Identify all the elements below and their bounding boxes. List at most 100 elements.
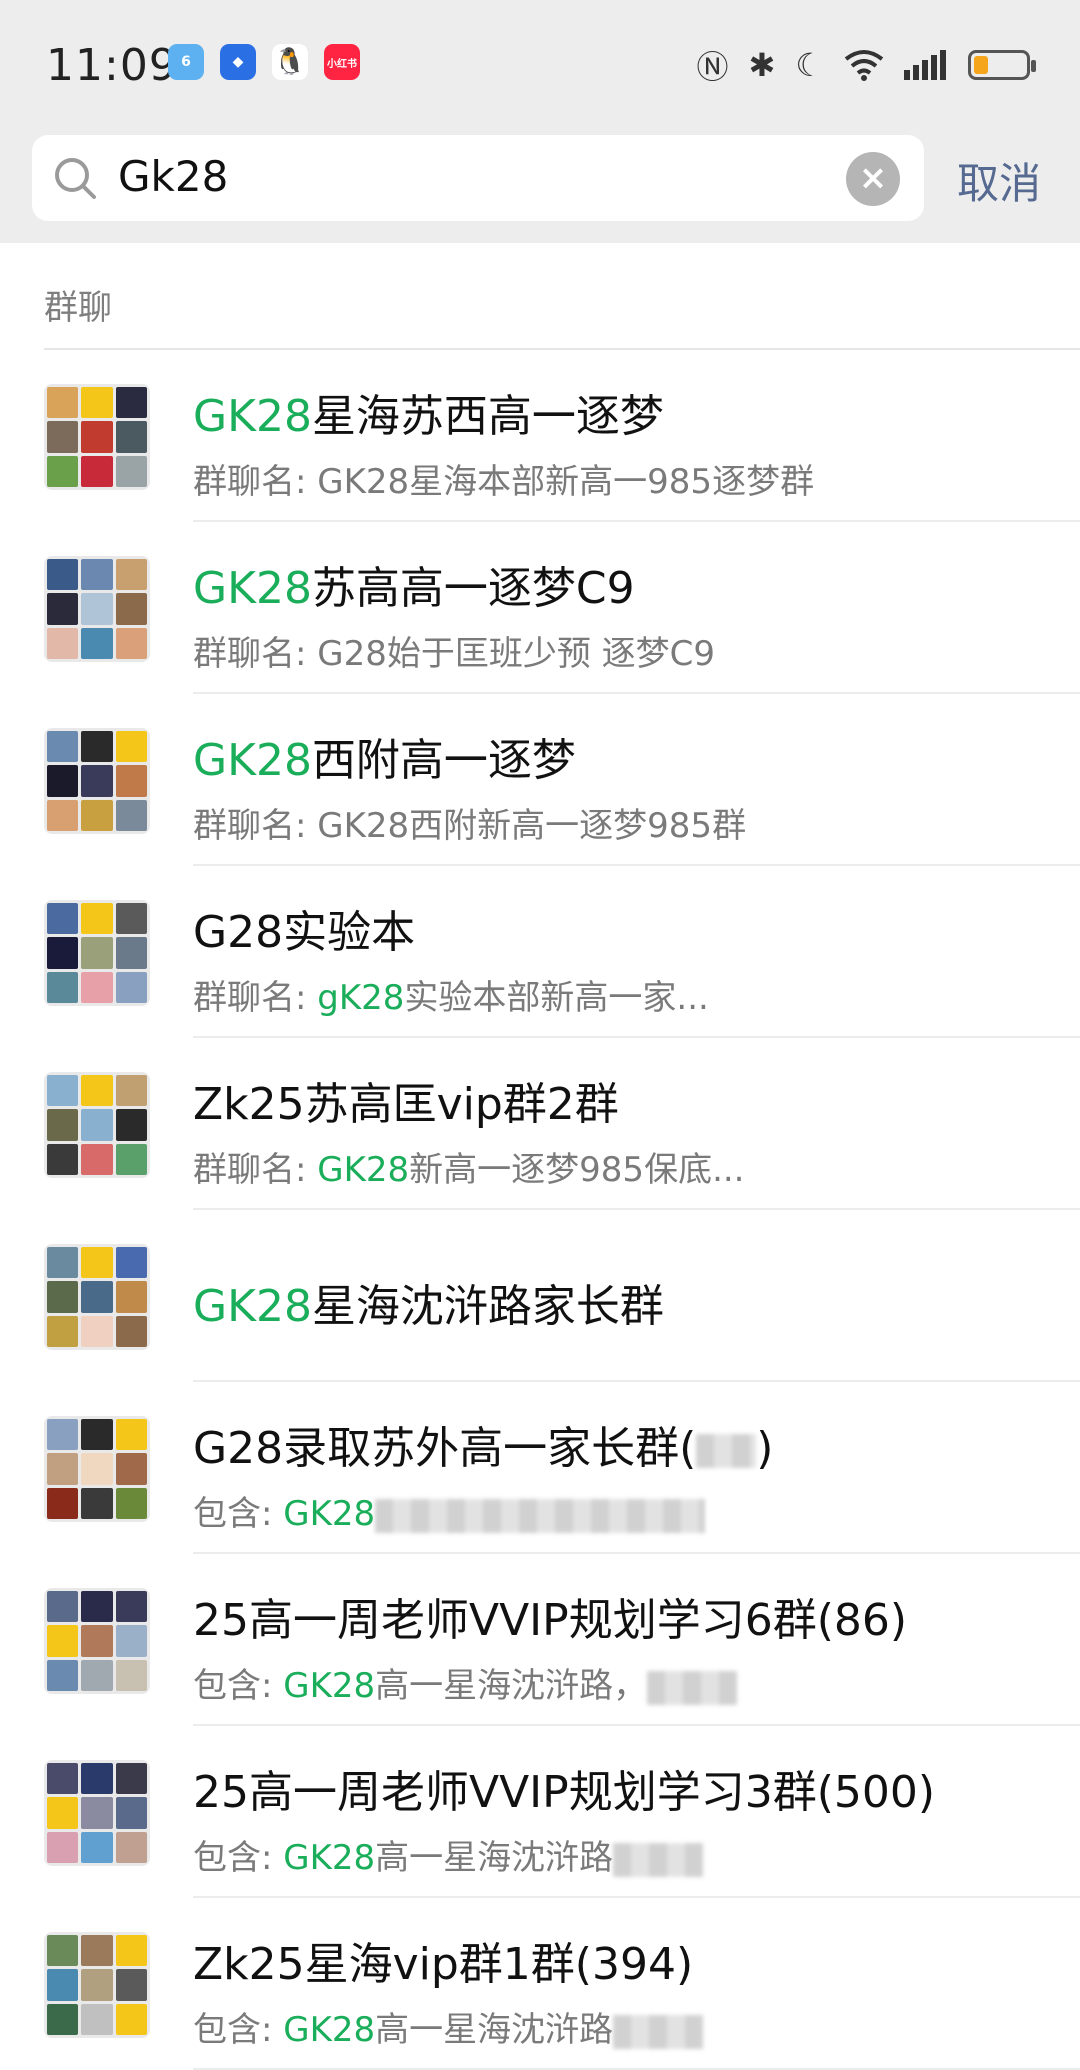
- member-avatar-tile: [115, 1143, 147, 1175]
- results-list: GK28星海苏西高一逐梦 群聊名: GK28星海本部新高一985逐梦群 GK28苏高…: [0, 350, 1080, 2070]
- search-input[interactable]: Gk28: [118, 152, 228, 201]
- notification-icons: 6 ◆ 🐧 小红书: [168, 44, 360, 80]
- member-avatar-tile: [115, 765, 147, 797]
- title-text: 星海苏西高一逐梦: [311, 391, 664, 442]
- result-row[interactable]: 25高一周老师VVIP规划学习3群(500) 包含: GK28高一星海沈浒路: [0, 1726, 1080, 1898]
- member-avatar-tile: [115, 593, 147, 625]
- result-row[interactable]: GK28苏高高一逐梦C9 群聊名: G28始于匡班少预 逐梦C9: [0, 522, 1080, 694]
- result-row[interactable]: GK28星海苏西高一逐梦 群聊名: GK28星海本部新高一985逐梦群: [0, 350, 1080, 522]
- member-avatar-tile: [81, 1625, 113, 1657]
- cancel-button[interactable]: 取消: [957, 150, 1041, 211]
- member-avatar-tile: [47, 1315, 79, 1347]
- result-row[interactable]: G28实验本 群聊名: gK28实验本部新高一家...: [0, 866, 1080, 1038]
- subtitle-text: 包含:: [193, 1838, 284, 1878]
- result-title: Zk25星海vip群1群(394): [193, 1928, 693, 1992]
- member-avatar-tile: [81, 971, 113, 1003]
- member-avatar-tile: [81, 559, 113, 591]
- result-title: 25高一周老师VVIP规划学习6群(86): [193, 1584, 907, 1648]
- member-avatar-tile: [81, 1281, 113, 1313]
- subtitle-highlight: GK28: [283, 1494, 376, 1534]
- member-avatar-tile: [81, 731, 113, 763]
- result-subtitle: 包含: GK28高一星海沈浒路: [193, 1830, 704, 1879]
- member-avatar-tile: [115, 559, 147, 591]
- member-avatar-tile: [81, 1143, 113, 1175]
- result-row[interactable]: 25高一周老师VVIP规划学习6群(86) 包含: GK28高一星海沈浒路，: [0, 1554, 1080, 1726]
- title-text: 苏高高一逐梦C9: [311, 563, 635, 614]
- member-avatar-tile: [47, 1247, 79, 1279]
- member-avatar-tile: [81, 1659, 113, 1691]
- member-avatar-tile: [81, 455, 113, 487]
- member-avatar-tile: [115, 799, 147, 831]
- member-avatar-tile: [115, 421, 147, 453]
- member-avatar-tile: [81, 387, 113, 419]
- member-avatar-tile: [47, 971, 79, 1003]
- subtitle-text: 群聊名: GK28西附新高一逐梦985群: [193, 806, 747, 846]
- redacted-text: [613, 2014, 704, 2049]
- qq-icon: 🐧: [272, 44, 308, 80]
- member-avatar-tile: [115, 1969, 147, 2001]
- member-avatar-tile: [115, 1591, 147, 1623]
- subtitle-text: 实验本部新高一家...: [404, 978, 709, 1018]
- member-avatar-tile: [47, 1143, 79, 1175]
- member-avatar-tile: [81, 2003, 113, 2035]
- member-avatar-tile: [115, 2003, 147, 2035]
- result-title: G28实验本: [193, 896, 415, 960]
- clear-search-icon[interactable]: ×: [846, 152, 900, 206]
- member-avatar-tile: [81, 1453, 113, 1485]
- member-avatar-tile: [47, 387, 79, 419]
- group-avatar: [44, 728, 150, 834]
- result-subtitle: 群聊名: G28始于匡班少预 逐梦C9: [193, 626, 715, 675]
- result-subtitle: 群聊名: GK28西附新高一逐梦985群: [193, 798, 746, 847]
- member-avatar-tile: [115, 903, 147, 935]
- result-row[interactable]: GK28西附高一逐梦 群聊名: GK28西附新高一逐梦985群: [0, 694, 1080, 866]
- search-bar[interactable]: Gk28 ×: [32, 135, 924, 221]
- title-text: G28实验本: [193, 907, 416, 958]
- result-row[interactable]: Zk25星海vip群1群(394) 包含: GK28高一星海沈浒路: [0, 1898, 1080, 2070]
- redacted-text: [613, 1842, 704, 1877]
- member-avatar-tile: [47, 1453, 79, 1485]
- redacted-text: [375, 1498, 706, 1533]
- member-avatar-tile: [47, 1075, 79, 1107]
- title-text: 25高一周老师VVIP规划学习6群(86): [193, 1595, 908, 1646]
- group-avatar: [44, 1072, 150, 1178]
- member-avatar-tile: [115, 1763, 147, 1795]
- subtitle-highlight: GK28: [283, 1838, 376, 1878]
- member-avatar-tile: [47, 2003, 79, 2035]
- title-highlight: GK28: [193, 1281, 312, 1332]
- member-avatar-tile: [115, 1075, 147, 1107]
- moon-icon: ☾: [795, 46, 824, 84]
- result-row[interactable]: Zk25苏高匡vip群2群 群聊名: GK28新高一逐梦985保底...: [0, 1038, 1080, 1210]
- member-avatar-tile: [47, 1831, 79, 1863]
- header: 11:09 6 ◆ 🐧 小红书 Ⓝ ✱ ☾ Gk28 × 取消: [0, 0, 1080, 243]
- xiaohongshu-icon: 小红书: [324, 44, 360, 80]
- subtitle-highlight: GK28: [317, 1150, 410, 1190]
- wifi-icon: [844, 50, 884, 81]
- subtitle-text: 新高一逐梦985保底...: [409, 1150, 745, 1190]
- member-avatar-tile: [115, 627, 147, 659]
- member-avatar-tile: [81, 799, 113, 831]
- result-row[interactable]: GK28星海沈浒路家长群: [0, 1210, 1080, 1382]
- status-bar: 11:09 6 ◆ 🐧 小红书 Ⓝ ✱ ☾: [0, 0, 1080, 126]
- member-avatar-tile: [115, 387, 147, 419]
- member-avatar-tile: [81, 1935, 113, 1967]
- member-avatar-tile: [115, 1625, 147, 1657]
- result-title: GK28苏高高一逐梦C9: [193, 552, 635, 616]
- result-subtitle: 包含: GK28高一星海沈浒路，: [193, 1658, 738, 1707]
- member-avatar-tile: [47, 421, 79, 453]
- group-avatar: [44, 1932, 150, 2038]
- result-row[interactable]: G28录取苏外高一家长群() 包含: GK28: [0, 1382, 1080, 1554]
- nfc-icon: Ⓝ: [696, 48, 729, 86]
- member-avatar-tile: [81, 1419, 113, 1451]
- member-avatar-tile: [47, 1935, 79, 1967]
- member-avatar-tile: [47, 799, 79, 831]
- subtitle-text: 群聊名: GK28星海本部新高一985逐梦群: [193, 462, 815, 502]
- member-avatar-tile: [115, 1281, 147, 1313]
- member-avatar-tile: [47, 1281, 79, 1313]
- member-avatar-tile: [47, 1969, 79, 2001]
- subtitle-text: 高一星海沈浒路: [375, 2010, 614, 2050]
- member-avatar-tile: [81, 421, 113, 453]
- battery-icon: [968, 50, 1036, 80]
- member-avatar-tile: [81, 765, 113, 797]
- group-avatar: [44, 1416, 150, 1522]
- title-tail: ): [756, 1423, 774, 1474]
